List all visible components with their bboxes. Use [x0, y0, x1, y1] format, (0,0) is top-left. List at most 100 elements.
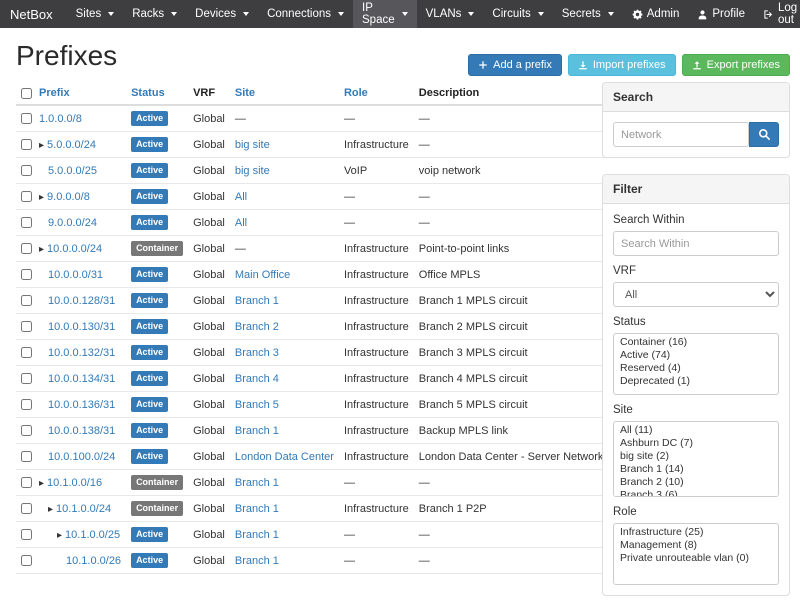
prefix-link[interactable]: 10.0.0.130/31: [48, 321, 115, 333]
prefix-link[interactable]: 10.1.0.0/24: [56, 503, 111, 515]
site-option[interactable]: Branch 3 (6): [614, 489, 778, 497]
role-option[interactable]: Management (8): [614, 539, 778, 552]
role-option[interactable]: Private unrouteable vlan (0): [614, 552, 778, 565]
prefix-link[interactable]: 10.0.0.136/31: [48, 399, 115, 411]
select-all-checkbox[interactable]: [21, 88, 32, 99]
site-listbox[interactable]: All (11)Ashburn DC (7)big site (2)Branch…: [613, 421, 779, 497]
row-checkbox[interactable]: [21, 555, 32, 566]
row-checkbox[interactable]: [21, 243, 32, 254]
description-cell: —: [414, 548, 609, 574]
sidebar-search-input[interactable]: [613, 122, 749, 147]
site-option[interactable]: Ashburn DC (7): [614, 437, 778, 450]
vrf-cell: Global: [188, 444, 230, 470]
site-option[interactable]: big site (2): [614, 450, 778, 463]
site-link[interactable]: Branch 1: [235, 295, 279, 307]
row-checkbox[interactable]: [21, 451, 32, 462]
column-header-status[interactable]: Status: [126, 82, 188, 105]
site-link[interactable]: Branch 2: [235, 321, 279, 333]
status-option[interactable]: Active (74): [614, 349, 778, 362]
nav-item-ip-space[interactable]: IP Space: [353, 0, 417, 28]
prefix-link[interactable]: 10.0.100.0/24: [48, 451, 115, 463]
nav-item-devices[interactable]: Devices: [186, 0, 258, 28]
row-checkbox[interactable]: [21, 399, 32, 410]
site-option[interactable]: All (11): [614, 424, 778, 437]
nav-item-secrets[interactable]: Secrets: [553, 0, 623, 28]
description-cell: Branch 1 MPLS circuit: [414, 288, 609, 314]
role-listbox[interactable]: Infrastructure (25)Management (8)Private…: [613, 523, 779, 585]
vrf-select[interactable]: All: [613, 282, 779, 307]
row-checkbox[interactable]: [21, 347, 32, 358]
role-cell: Infrastructure: [339, 132, 414, 158]
site-link[interactable]: Branch 3: [235, 347, 279, 359]
nav-item-vlans[interactable]: VLANs: [417, 0, 484, 28]
prefix-link[interactable]: 10.0.0.0/24: [47, 243, 102, 255]
import-prefixes-button[interactable]: Import prefixes: [568, 54, 676, 76]
prefix-link[interactable]: 10.1.0.0/16: [47, 477, 102, 489]
row-checkbox[interactable]: [21, 503, 32, 514]
nav-item-log-out[interactable]: Log out: [754, 0, 800, 28]
site-link[interactable]: Branch 1: [235, 529, 279, 541]
site-link[interactable]: big site: [235, 165, 270, 177]
search-within-input[interactable]: [613, 231, 779, 256]
brand[interactable]: NetBox: [0, 0, 67, 28]
prefix-link[interactable]: 9.0.0.0/24: [48, 217, 97, 229]
prefix-link[interactable]: 10.0.0.132/31: [48, 347, 115, 359]
row-checkbox[interactable]: [21, 113, 32, 124]
column-header-prefix[interactable]: Prefix: [34, 82, 126, 105]
role-option[interactable]: Infrastructure (25): [614, 526, 778, 539]
search-button[interactable]: [749, 122, 779, 147]
status-option[interactable]: Container (16): [614, 336, 778, 349]
row-checkbox[interactable]: [21, 373, 32, 384]
role-cell: Infrastructure: [339, 262, 414, 288]
nav-item-profile[interactable]: Profile: [688, 0, 754, 28]
row-checkbox[interactable]: [21, 477, 32, 488]
prefix-link[interactable]: 10.0.0.128/31: [48, 295, 115, 307]
site-link[interactable]: Branch 1: [235, 477, 279, 489]
export-prefixes-button[interactable]: Export prefixes: [682, 54, 790, 76]
nav-item-label: Connections: [267, 8, 331, 20]
status-option[interactable]: Reserved (4): [614, 362, 778, 375]
chevron-down-icon: [402, 12, 408, 16]
row-checkbox[interactable]: [21, 295, 32, 306]
prefix-link[interactable]: 5.0.0.0/24: [47, 139, 96, 151]
table-row: 5.0.0.0/25ActiveGlobalbig siteVoIPvoip n…: [16, 158, 608, 184]
site-link[interactable]: Branch 1: [235, 425, 279, 437]
row-checkbox[interactable]: [21, 269, 32, 280]
nav-item-sites[interactable]: Sites: [67, 0, 124, 28]
site-link[interactable]: Branch 1: [235, 503, 279, 515]
column-header-site[interactable]: Site: [230, 82, 339, 105]
add-a-prefix-button[interactable]: Add a prefix: [468, 54, 562, 76]
prefix-link[interactable]: 10.0.0.138/31: [48, 425, 115, 437]
prefix-link[interactable]: 10.1.0.0/25: [65, 529, 120, 541]
site-link[interactable]: London Data Center: [235, 451, 334, 463]
site-link[interactable]: big site: [235, 139, 270, 151]
row-checkbox[interactable]: [21, 217, 32, 228]
nav-item-circuits[interactable]: Circuits: [483, 0, 552, 28]
row-checkbox[interactable]: [21, 139, 32, 150]
site-link[interactable]: Branch 4: [235, 373, 279, 385]
column-header-role[interactable]: Role: [339, 82, 414, 105]
prefix-link[interactable]: 9.0.0.0/8: [47, 191, 90, 203]
prefix-link[interactable]: 10.0.0.0/31: [48, 269, 103, 281]
nav-item-racks[interactable]: Racks: [123, 0, 186, 28]
site-link[interactable]: Main Office: [235, 269, 290, 281]
status-listbox[interactable]: Container (16)Active (74)Reserved (4)Dep…: [613, 333, 779, 395]
site-link[interactable]: Branch 1: [235, 555, 279, 567]
site-link[interactable]: Branch 5: [235, 399, 279, 411]
row-checkbox[interactable]: [21, 321, 32, 332]
row-checkbox[interactable]: [21, 191, 32, 202]
status-option[interactable]: Deprecated (1): [614, 375, 778, 388]
nav-item-connections[interactable]: Connections: [258, 0, 353, 28]
prefix-link[interactable]: 5.0.0.0/25: [48, 165, 97, 177]
nav-item-admin[interactable]: Admin: [623, 0, 689, 28]
site-option[interactable]: Branch 1 (14): [614, 463, 778, 476]
prefix-link[interactable]: 10.0.0.134/31: [48, 373, 115, 385]
row-checkbox[interactable]: [21, 529, 32, 540]
site-link[interactable]: All: [235, 191, 247, 203]
row-checkbox[interactable]: [21, 425, 32, 436]
prefix-link[interactable]: 10.1.0.0/26: [66, 555, 121, 567]
prefix-link[interactable]: 1.0.0.0/8: [39, 113, 82, 125]
site-link[interactable]: All: [235, 217, 247, 229]
row-checkbox[interactable]: [21, 165, 32, 176]
site-option[interactable]: Branch 2 (10): [614, 476, 778, 489]
